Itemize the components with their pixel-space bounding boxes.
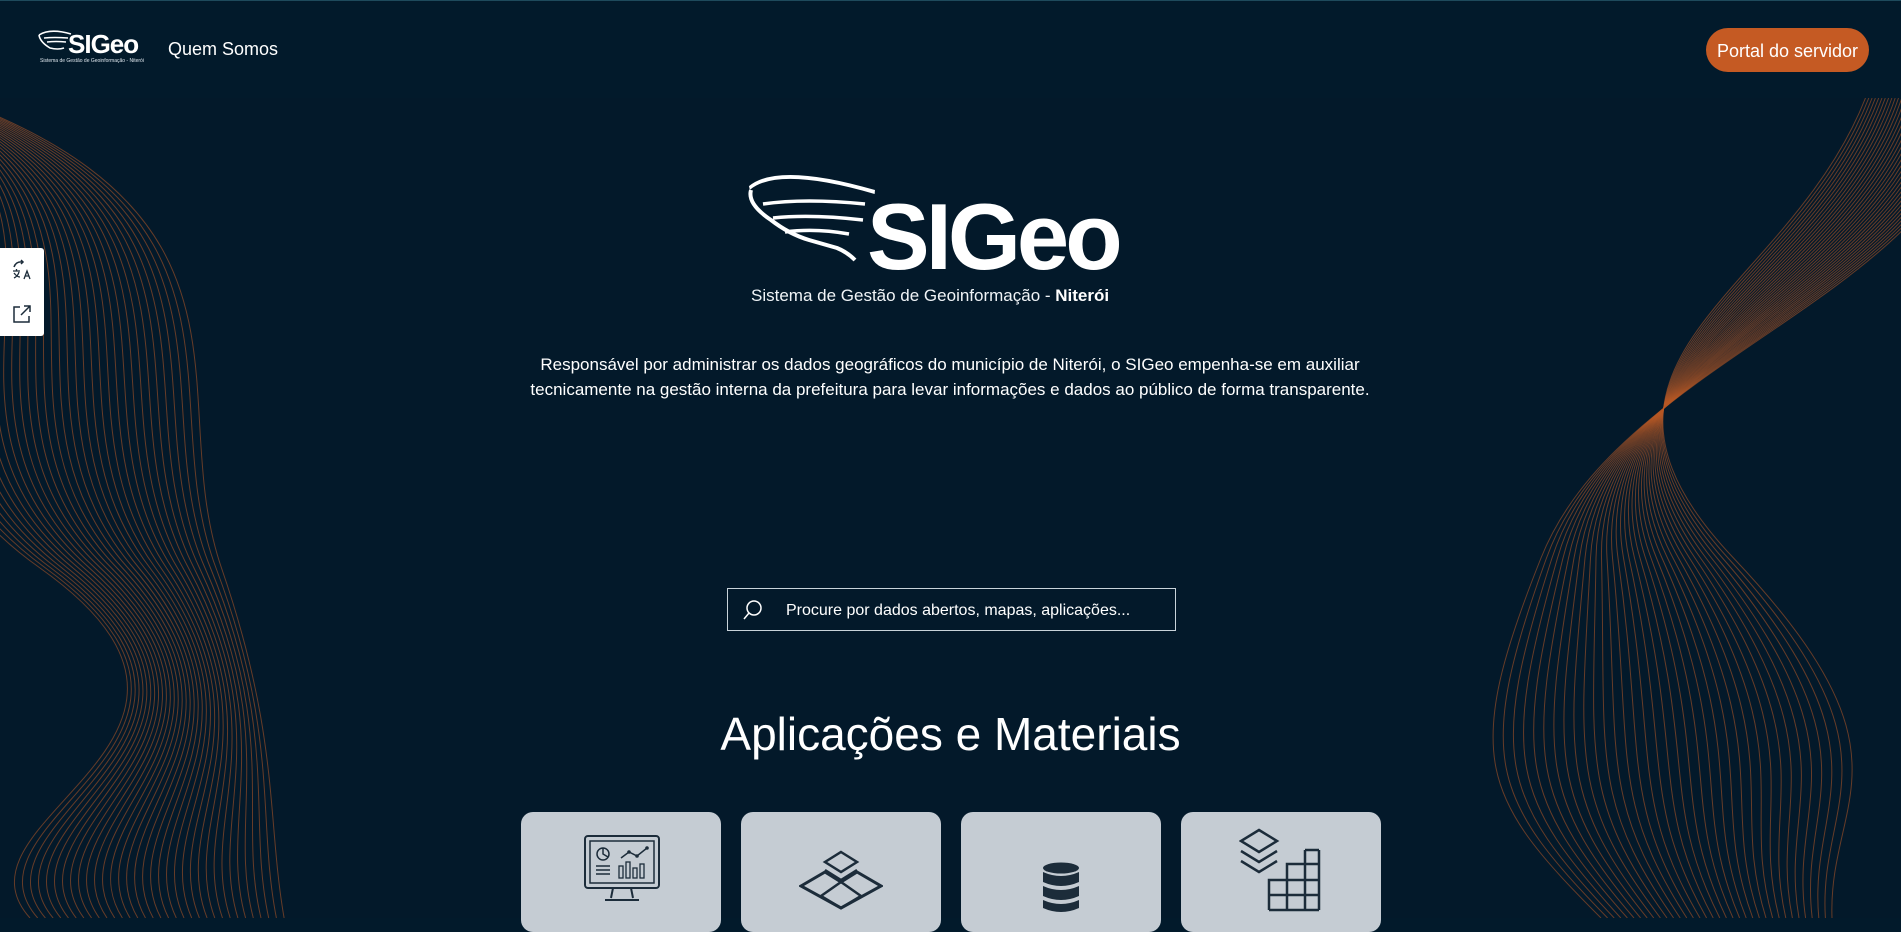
- card-layers[interactable]: [1181, 812, 1381, 932]
- wave-line: [0, 135, 216, 918]
- hero-logo: SIGeo Sistema de Gestão de Geoinformação…: [745, 168, 1155, 313]
- hero-subtitle: Sistema de Gestão de Geoinformação - Nit…: [751, 286, 1109, 306]
- wave-line: [1583, 195, 1901, 918]
- card-data[interactable]: [961, 812, 1161, 932]
- wave-line: [0, 502, 144, 918]
- left-wave-pattern: [0, 116, 285, 918]
- wave-line: [1656, 98, 1890, 918]
- wave-line: [1627, 152, 1901, 918]
- logo-swoosh-icon: [748, 174, 875, 262]
- wave-line: [0, 163, 183, 918]
- card-maps[interactable]: [741, 812, 941, 932]
- search-bar: [727, 588, 1176, 632]
- wave-line: [1606, 181, 1901, 918]
- database-icon: [1043, 862, 1079, 912]
- nav-link-quem-somos[interactable]: Quem Somos: [168, 38, 278, 60]
- wave-line: [0, 520, 136, 918]
- section-title: Aplicações e Materiais: [720, 708, 1181, 760]
- accessibility-toolbar: [0, 248, 44, 336]
- wave-line: [1543, 212, 1901, 918]
- share-icon: [13, 305, 31, 323]
- dashboard-monitor-icon: [584, 835, 660, 901]
- portal-servidor-button[interactable]: Portal do servidor: [1706, 28, 1869, 72]
- brand-wordmark: SIGeo: [68, 29, 139, 59]
- right-wave-pattern: [1492, 98, 1901, 918]
- translate-button[interactable]: [0, 248, 44, 292]
- wave-line: [0, 125, 239, 918]
- translate-icon: [13, 259, 31, 280]
- map-layers-icon: [799, 850, 883, 910]
- layers-grid-icon: [1239, 828, 1321, 912]
- top-navigation-bar: SIGeo Sistema de Gestão de Geoinformação…: [0, 0, 1901, 98]
- hero-description: Responsável por administrar os dados geo…: [530, 355, 1370, 399]
- hero-subtitle-prefix: Sistema de Gestão de Geoinformação -: [751, 286, 1056, 305]
- wave-line: [1611, 176, 1901, 918]
- brand-swoosh-icon: [38, 30, 72, 50]
- brand-logo[interactable]: SIGeo Sistema de Gestão de Geoinformação…: [38, 27, 144, 69]
- share-button[interactable]: [0, 292, 44, 336]
- wave-line: [1615, 170, 1901, 918]
- card-dashboard[interactable]: [521, 812, 721, 932]
- wave-line: [1650, 98, 1899, 918]
- search-input[interactable]: [784, 589, 1168, 632]
- wave-line: [0, 118, 277, 918]
- brand-subtitle: Sistema de Gestão de Geoinformação - Nit…: [40, 58, 144, 64]
- hero-wordmark: SIGeo: [867, 184, 1123, 289]
- hero-subtitle-city: Niterói: [1055, 286, 1110, 305]
- search-icon[interactable]: [742, 599, 764, 621]
- wave-line: [1638, 132, 1901, 918]
- wave-line: [0, 169, 179, 918]
